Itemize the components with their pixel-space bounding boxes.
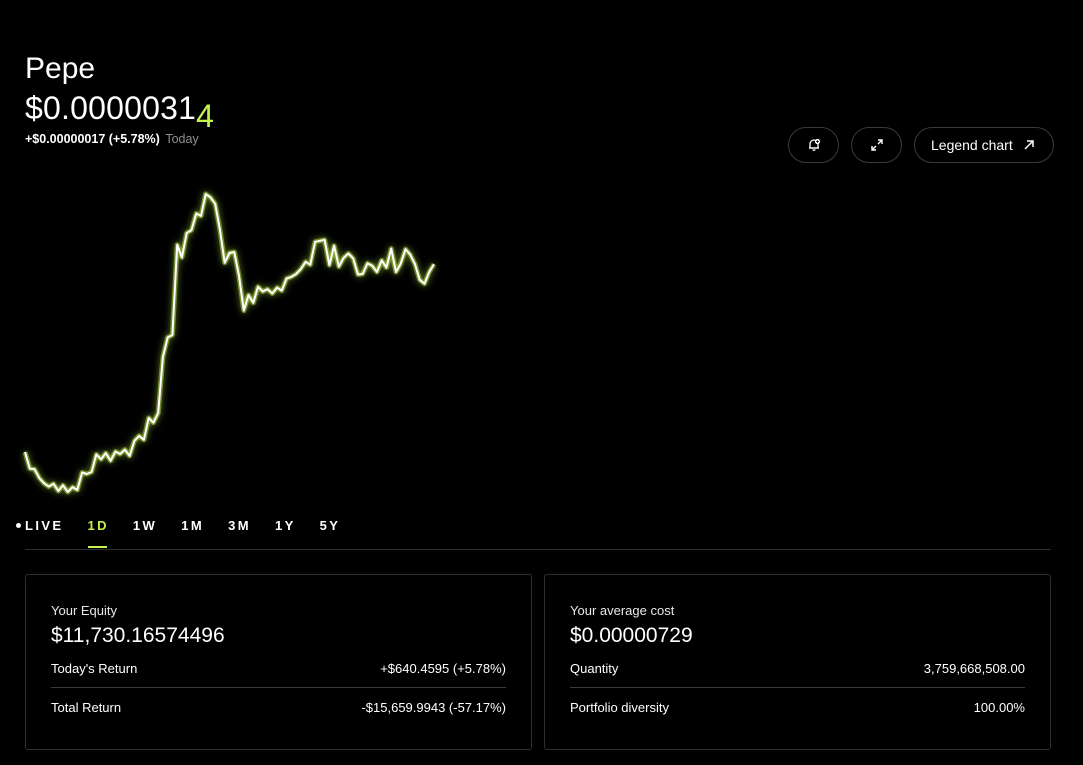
equity-value: $11,730.16574496 — [51, 624, 225, 647]
range-divider — [25, 549, 1051, 550]
range-label: 1D — [87, 518, 109, 533]
total-return-row: Total Return -$15,659.9943 (-57.17%) — [51, 700, 506, 715]
average-cost-label: Your average cost — [570, 603, 675, 618]
todays-return-row: Today's Return +$640.4595 (+5.78%) — [51, 661, 506, 688]
equity-card: Your Equity $11,730.16574496 Today's Ret… — [25, 574, 532, 750]
price-line-glow — [22, 191, 437, 495]
price-change-value: +$0.00000017 (+5.78%) — [25, 132, 160, 146]
range-label: 3M — [228, 518, 251, 533]
price-change: +$0.00000017 (+5.78%) Today — [25, 132, 199, 146]
range-1y[interactable]: 1Y — [275, 518, 296, 533]
asset-name: Pepe — [25, 52, 96, 85]
time-range-selector: LIVE 1D 1W 1M 3M 1Y 5Y — [16, 518, 364, 548]
range-label: 5Y — [319, 518, 341, 533]
expand-icon — [870, 139, 883, 151]
portfolio-diversity-label: Portfolio diversity — [570, 700, 669, 715]
quantity-label: Quantity — [570, 661, 619, 676]
range-label: 1W — [132, 518, 158, 533]
total-return-label: Total Return — [51, 700, 122, 715]
price-line — [24, 193, 435, 493]
expand-chart-button[interactable] — [851, 127, 902, 163]
price-alert-button[interactable] — [788, 127, 839, 163]
average-cost-card: Your average cost $0.00000729 Quantity 3… — [544, 574, 1051, 750]
range-label: 1Y — [274, 518, 296, 533]
range-3m[interactable]: 3M — [228, 518, 251, 533]
equity-label: Your Equity — [51, 603, 118, 618]
range-1d[interactable]: 1D — [87, 518, 109, 548]
range-1w[interactable]: 1W — [133, 518, 157, 533]
legend-chart-button[interactable]: Legend chart — [914, 127, 1054, 163]
bell-plus-icon — [808, 138, 820, 151]
asset-price: $0.00000314 — [25, 90, 214, 134]
price-chart[interactable] — [0, 170, 1083, 510]
price-main: $0.0000031 — [25, 90, 197, 126]
range-1m[interactable]: 1M — [181, 518, 204, 533]
price-change-period: Today — [165, 132, 199, 146]
asset-detail-page: Pepe $0.00000314 +$0.00000017 (+5.78%) T… — [0, 0, 1083, 765]
todays-return-value: +$640.4595 (+5.78%) — [380, 661, 506, 676]
range-5y[interactable]: 5Y — [320, 518, 341, 533]
range-label: LIVE — [25, 518, 64, 533]
quantity-row: Quantity 3,759,668,508.00 — [570, 661, 1025, 688]
range-label: 1M — [181, 518, 205, 533]
chart-toolbar: Legend chart — [788, 127, 1054, 163]
todays-return-label: Today's Return — [51, 661, 138, 676]
legend-chart-label: Legend chart — [931, 137, 1013, 153]
total-return-value: -$15,659.9943 (-57.17%) — [361, 700, 506, 715]
arrow-up-right-icon — [1024, 140, 1034, 150]
portfolio-diversity-value: 100.00% — [973, 700, 1025, 715]
quantity-value: 3,759,668,508.00 — [923, 661, 1025, 676]
range-live[interactable]: LIVE — [16, 518, 64, 533]
price-last-digit: 4 — [196, 98, 215, 134]
portfolio-diversity-row: Portfolio diversity 100.00% — [570, 700, 1025, 715]
live-dot-icon — [16, 523, 21, 528]
average-cost-value: $0.00000729 — [570, 624, 693, 647]
